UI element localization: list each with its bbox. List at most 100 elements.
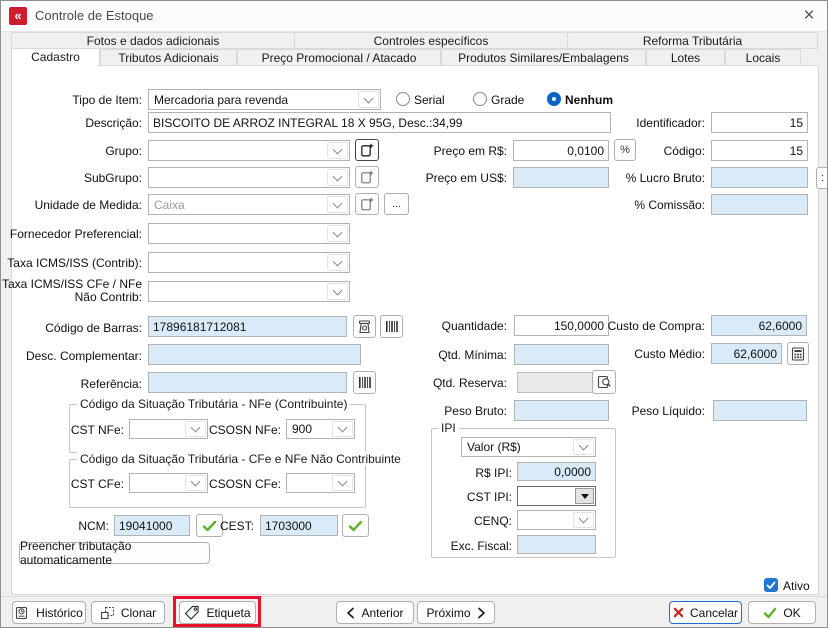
- new-item-icon: [360, 170, 374, 184]
- new-subgrupo-button[interactable]: [355, 166, 379, 188]
- cest-validate-button[interactable]: [342, 514, 369, 537]
- preco-us-input[interactable]: [513, 167, 609, 188]
- chevron-down-icon: [573, 512, 594, 528]
- codigo-barras-input[interactable]: [148, 316, 347, 337]
- chevron-down-icon: [327, 254, 348, 271]
- proximo-label: Próximo: [426, 606, 470, 620]
- comissao-input[interactable]: [711, 194, 808, 215]
- tab-controles-especificos[interactable]: Controles específicos: [294, 32, 568, 49]
- new-unidade-button[interactable]: [355, 193, 379, 215]
- tab-preco-promocional[interactable]: Preço Promocional / Atacado: [237, 49, 441, 66]
- unidade-medida-select[interactable]: Caixa: [148, 194, 350, 215]
- tab-produtos-similares[interactable]: Produtos Similares/Embalagens: [441, 49, 646, 66]
- tipo-item-select[interactable]: Mercadoria para revenda: [148, 89, 381, 110]
- cst-ipi-select[interactable]: [517, 486, 596, 506]
- tab-label: Fotos e dados adicionais: [87, 34, 220, 48]
- desc-complementar-input[interactable]: [148, 344, 361, 365]
- cest-input[interactable]: [260, 515, 338, 536]
- preco-us-label: Preço em US$:: [426, 171, 507, 185]
- tab-reforma-tributaria[interactable]: Reforma Tributária: [567, 32, 818, 49]
- taxa-icms-select[interactable]: [148, 252, 350, 273]
- custo-compra-input[interactable]: [711, 315, 807, 336]
- new-grupo-button[interactable]: [355, 139, 379, 161]
- scale-button[interactable]: [353, 315, 376, 338]
- taxa-icms-label: Taxa ICMS/ISS (Contrib):: [7, 256, 142, 270]
- csosn-cfe-select[interactable]: [286, 473, 355, 493]
- cst-cfe-select[interactable]: [129, 473, 208, 493]
- tab-locais[interactable]: Locais: [725, 49, 801, 66]
- close-icon[interactable]: ×: [797, 4, 821, 28]
- etiqueta-button[interactable]: Etiqueta: [179, 601, 256, 624]
- referencia-barcode-button[interactable]: [353, 371, 376, 394]
- custo-medio-input[interactable]: [711, 343, 782, 364]
- cst-nfe-select[interactable]: [129, 419, 208, 439]
- ipi-tipo-select[interactable]: Valor (R$): [461, 437, 596, 457]
- calculator-button[interactable]: [787, 342, 809, 365]
- taxa-cfe-select[interactable]: [148, 281, 350, 302]
- subgrupo-label: SubGrupo:: [84, 171, 142, 185]
- proximo-button[interactable]: Próximo: [417, 601, 495, 624]
- comissao-label: % Comissão:: [634, 198, 705, 212]
- ativo-checkbox[interactable]: [764, 578, 778, 592]
- ok-button[interactable]: OK: [748, 601, 816, 624]
- new-item-icon: [360, 197, 374, 211]
- tab-fotos-dados-adicionais[interactable]: Fotos e dados adicionais: [11, 32, 295, 49]
- csosn-nfe-label: CSOSN NFe:: [209, 423, 281, 437]
- referencia-input[interactable]: [148, 372, 347, 393]
- taxa-cfe-label: Taxa ICMS/ISS CFe / NFe Não Contrib:: [2, 278, 142, 304]
- tab-label: Tributos Adicionais: [118, 51, 218, 65]
- radio-serial[interactable]: [396, 92, 410, 106]
- ipi-tipo-value: Valor (R$): [467, 440, 521, 454]
- tipo-item-label: Tipo de Item:: [72, 93, 142, 107]
- lucro-bruto-more-button[interactable]: :: [816, 167, 828, 189]
- tab-tributos-adicionais[interactable]: Tributos Adicionais: [100, 49, 237, 66]
- cancelar-button[interactable]: Cancelar: [669, 601, 742, 624]
- qtd-reserva-input: [517, 372, 594, 393]
- quantidade-input[interactable]: [514, 315, 609, 336]
- percent-button[interactable]: %: [614, 139, 636, 161]
- preencher-tributacao-button[interactable]: Preencher tributação automaticamente: [19, 542, 210, 564]
- cenq-select[interactable]: [517, 510, 596, 530]
- chevron-down-icon: [327, 142, 348, 159]
- inventory-window: « Controle de Estoque × Fotos e dados ad…: [0, 0, 828, 628]
- tipo-item-value: Mercadoria para revenda: [154, 93, 288, 107]
- qtd-reserva-search-button[interactable]: [592, 370, 616, 394]
- unidade-more-button[interactable]: ...: [384, 193, 409, 215]
- radio-grade[interactable]: [473, 92, 487, 106]
- tab-cadastro[interactable]: Cadastro: [11, 48, 100, 67]
- anterior-button[interactable]: Anterior: [336, 601, 414, 624]
- peso-liquido-input[interactable]: [713, 400, 807, 421]
- peso-bruto-input[interactable]: [514, 400, 609, 421]
- percent-icon: %: [620, 144, 630, 156]
- window-title: Controle de Estoque: [35, 8, 154, 23]
- qtd-reserva-label: Qtd. Reserva:: [433, 376, 507, 390]
- calculator-icon: [791, 347, 805, 361]
- app-icon: «: [9, 7, 27, 25]
- lucro-bruto-input[interactable]: [711, 167, 808, 188]
- historico-button[interactable]: Histórico: [12, 601, 86, 624]
- cest-label: CEST:: [220, 519, 254, 533]
- grupo-select[interactable]: [148, 140, 350, 161]
- ok-label: OK: [783, 606, 800, 620]
- subgrupo-select[interactable]: [148, 167, 350, 188]
- chevron-right-icon: [477, 607, 486, 619]
- tab-lotes[interactable]: Lotes: [646, 49, 725, 66]
- taxa-cfe-label-line1: Taxa ICMS/ISS CFe / NFe: [2, 277, 142, 291]
- codigo-input[interactable]: [711, 140, 808, 161]
- cancel-x-icon: [673, 607, 684, 618]
- radio-nenhum[interactable]: [547, 92, 561, 106]
- csosn-nfe-select[interactable]: 900: [286, 419, 355, 439]
- exc-fiscal-input[interactable]: [517, 535, 596, 554]
- fornecedor-select[interactable]: [148, 223, 350, 244]
- ncm-validate-button[interactable]: [196, 514, 223, 537]
- clonar-button[interactable]: Clonar: [91, 601, 165, 624]
- peso-liquido-label: Peso Líquido:: [632, 404, 705, 418]
- rs-ipi-input[interactable]: [517, 462, 596, 481]
- qtd-minima-input[interactable]: [514, 344, 609, 365]
- descricao-input[interactable]: [148, 112, 611, 133]
- ncm-input[interactable]: [114, 515, 190, 536]
- preco-rs-input[interactable]: [513, 140, 609, 161]
- custo-medio-label: Custo Médio:: [634, 347, 705, 361]
- barcode-button[interactable]: [380, 315, 403, 338]
- identificador-input[interactable]: [711, 112, 808, 133]
